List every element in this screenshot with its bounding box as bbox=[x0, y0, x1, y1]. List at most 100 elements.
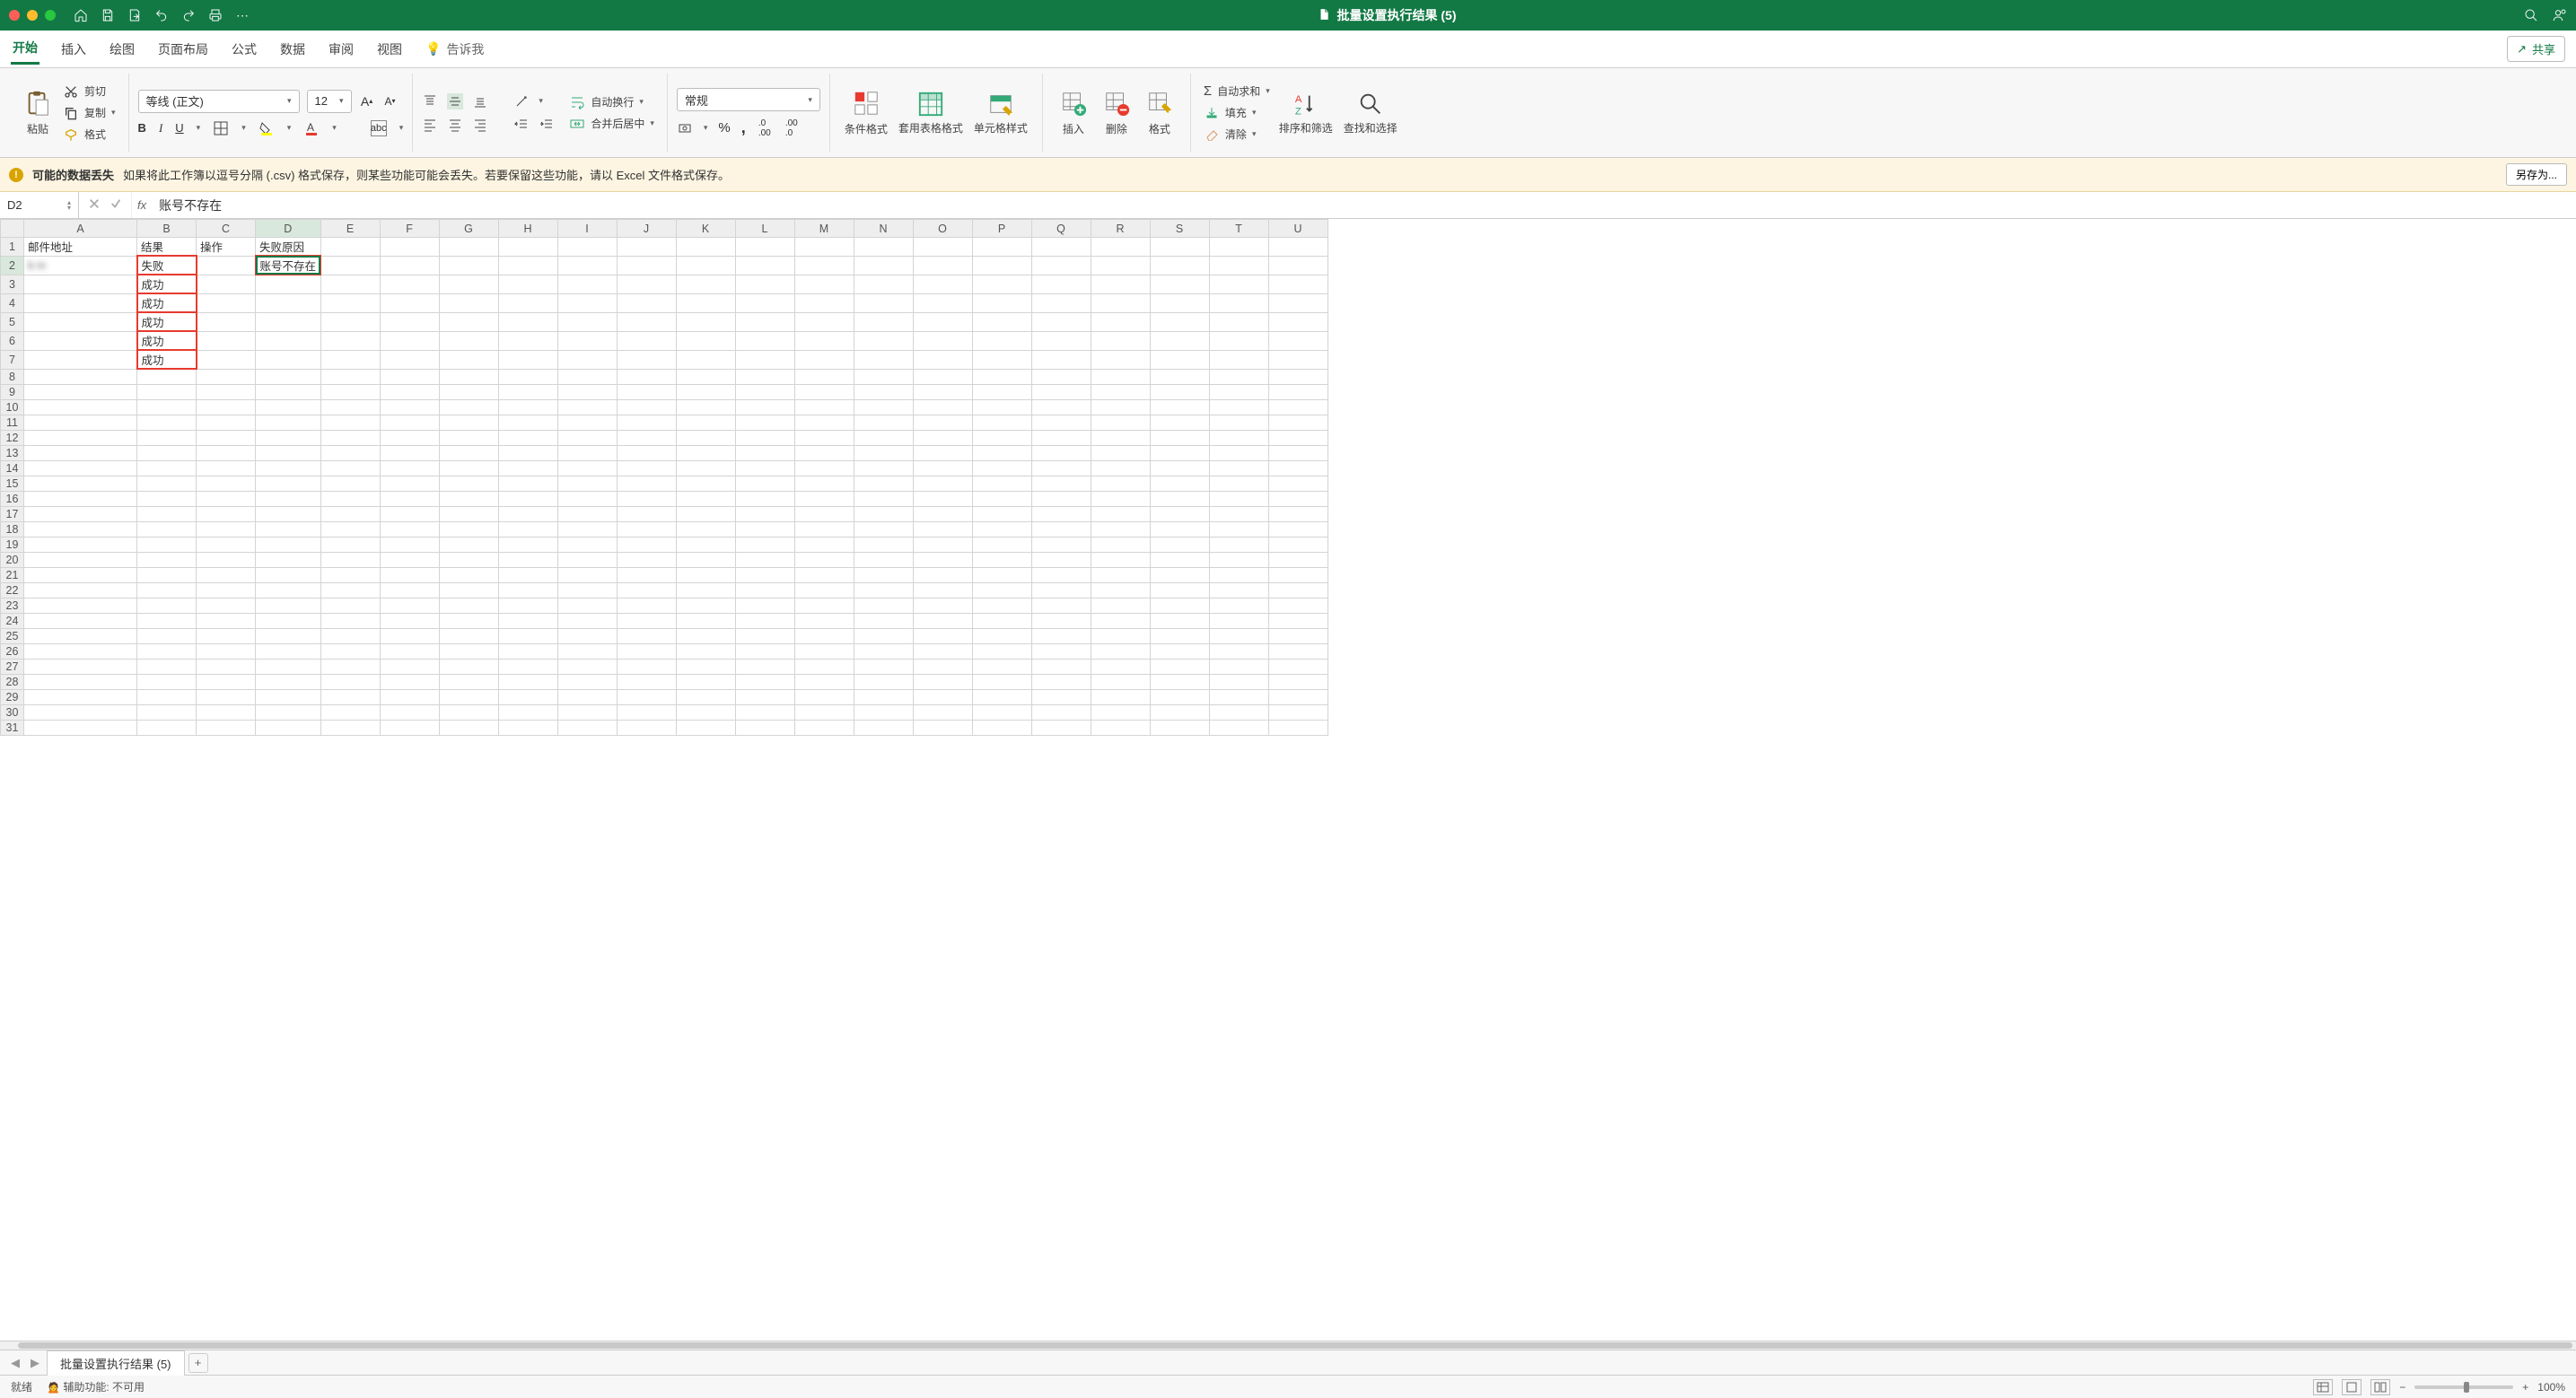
cell-T11[interactable] bbox=[1209, 415, 1268, 430]
cell-F28[interactable] bbox=[380, 674, 439, 689]
cell-R7[interactable] bbox=[1091, 350, 1150, 369]
row-header-29[interactable]: 29 bbox=[1, 689, 24, 704]
cell-D14[interactable] bbox=[256, 460, 321, 476]
cell-P5[interactable] bbox=[972, 312, 1031, 331]
cell-L10[interactable] bbox=[735, 399, 794, 415]
cell-B8[interactable] bbox=[137, 369, 197, 384]
scrollbar-thumb[interactable] bbox=[18, 1342, 2572, 1349]
cell-B9[interactable] bbox=[137, 384, 197, 399]
fill-color-icon[interactable] bbox=[258, 120, 275, 136]
cell-F8[interactable] bbox=[380, 369, 439, 384]
cell-O7[interactable] bbox=[913, 350, 972, 369]
cell-O20[interactable] bbox=[913, 552, 972, 567]
cell-M20[interactable] bbox=[794, 552, 854, 567]
cell-A27[interactable] bbox=[24, 659, 137, 674]
cell-O19[interactable] bbox=[913, 537, 972, 552]
cell-S14[interactable] bbox=[1150, 460, 1209, 476]
sheet-tab[interactable]: 批量设置执行结果 (5) bbox=[47, 1350, 185, 1376]
redo-icon[interactable] bbox=[181, 8, 196, 22]
cell-F1[interactable] bbox=[380, 238, 439, 257]
cell-P22[interactable] bbox=[972, 582, 1031, 598]
column-header-P[interactable]: P bbox=[972, 220, 1031, 238]
cell-D29[interactable] bbox=[256, 689, 321, 704]
cell-Q19[interactable] bbox=[1031, 537, 1091, 552]
cell-O26[interactable] bbox=[913, 643, 972, 659]
cell-K21[interactable] bbox=[676, 567, 735, 582]
cell-A14[interactable] bbox=[24, 460, 137, 476]
row-header-10[interactable]: 10 bbox=[1, 399, 24, 415]
cell-F26[interactable] bbox=[380, 643, 439, 659]
phonetic-icon[interactable]: abc bbox=[371, 120, 387, 136]
cell-L9[interactable] bbox=[735, 384, 794, 399]
cell-S29[interactable] bbox=[1150, 689, 1209, 704]
cell-K2[interactable] bbox=[676, 256, 735, 275]
cell-E7[interactable] bbox=[320, 350, 380, 369]
cell-B25[interactable] bbox=[137, 628, 197, 643]
chevron-down-icon[interactable]: ▾ bbox=[539, 96, 543, 106]
cell-K23[interactable] bbox=[676, 598, 735, 613]
cell-S31[interactable] bbox=[1150, 720, 1209, 735]
chevron-down-icon[interactable]: ▾ bbox=[287, 123, 292, 133]
cell-U23[interactable] bbox=[1268, 598, 1327, 613]
cell-I18[interactable] bbox=[557, 521, 617, 537]
cell-G11[interactable] bbox=[439, 415, 498, 430]
cell-F22[interactable] bbox=[380, 582, 439, 598]
sheet-nav-prev[interactable]: ◀ bbox=[7, 1356, 23, 1370]
cell-S22[interactable] bbox=[1150, 582, 1209, 598]
cell-K24[interactable] bbox=[676, 613, 735, 628]
cell-M11[interactable] bbox=[794, 415, 854, 430]
cell-L26[interactable] bbox=[735, 643, 794, 659]
cell-H5[interactable] bbox=[498, 312, 557, 331]
cell-O28[interactable] bbox=[913, 674, 972, 689]
more-icon[interactable]: ⋯ bbox=[235, 8, 250, 22]
cell-C26[interactable] bbox=[197, 643, 256, 659]
cell-A24[interactable] bbox=[24, 613, 137, 628]
cell-S21[interactable] bbox=[1150, 567, 1209, 582]
cell-J20[interactable] bbox=[617, 552, 676, 567]
cell-C12[interactable] bbox=[197, 430, 256, 445]
cell-Q5[interactable] bbox=[1031, 312, 1091, 331]
cell-B23[interactable] bbox=[137, 598, 197, 613]
cell-I26[interactable] bbox=[557, 643, 617, 659]
cell-P27[interactable] bbox=[972, 659, 1031, 674]
cell-N17[interactable] bbox=[854, 506, 913, 521]
cell-I9[interactable] bbox=[557, 384, 617, 399]
cell-P10[interactable] bbox=[972, 399, 1031, 415]
cell-H25[interactable] bbox=[498, 628, 557, 643]
cell-Q7[interactable] bbox=[1031, 350, 1091, 369]
sort-filter-button[interactable]: AZ排序和筛选 bbox=[1274, 74, 1338, 152]
row-header-17[interactable]: 17 bbox=[1, 506, 24, 521]
cell-P14[interactable] bbox=[972, 460, 1031, 476]
cell-J23[interactable] bbox=[617, 598, 676, 613]
cell-T18[interactable] bbox=[1209, 521, 1268, 537]
cell-P13[interactable] bbox=[972, 445, 1031, 460]
cell-P23[interactable] bbox=[972, 598, 1031, 613]
cell-C6[interactable] bbox=[197, 331, 256, 350]
column-header-E[interactable]: E bbox=[320, 220, 380, 238]
cell-N10[interactable] bbox=[854, 399, 913, 415]
coauthor-icon[interactable] bbox=[2553, 8, 2567, 22]
cell-Q14[interactable] bbox=[1031, 460, 1091, 476]
cell-E27[interactable] bbox=[320, 659, 380, 674]
tell-me[interactable]: 💡 告诉我 bbox=[424, 35, 486, 64]
cell-T22[interactable] bbox=[1209, 582, 1268, 598]
add-sheet-button[interactable]: + bbox=[188, 1353, 208, 1373]
cell-Q18[interactable] bbox=[1031, 521, 1091, 537]
cell-K22[interactable] bbox=[676, 582, 735, 598]
merge-center-button[interactable]: 合并后居中▾ bbox=[569, 116, 654, 132]
cell-D30[interactable] bbox=[256, 704, 321, 720]
cell-R2[interactable] bbox=[1091, 256, 1150, 275]
cell-N28[interactable] bbox=[854, 674, 913, 689]
column-header-G[interactable]: G bbox=[439, 220, 498, 238]
cell-N18[interactable] bbox=[854, 521, 913, 537]
cell-D18[interactable] bbox=[256, 521, 321, 537]
cell-G24[interactable] bbox=[439, 613, 498, 628]
chevron-down-icon[interactable]: ▾ bbox=[241, 123, 246, 133]
cell-A2[interactable]: b in bbox=[24, 256, 137, 275]
cell-E21[interactable] bbox=[320, 567, 380, 582]
cell-N14[interactable] bbox=[854, 460, 913, 476]
cell-U12[interactable] bbox=[1268, 430, 1327, 445]
cell-M2[interactable] bbox=[794, 256, 854, 275]
cell-N11[interactable] bbox=[854, 415, 913, 430]
cell-O6[interactable] bbox=[913, 331, 972, 350]
